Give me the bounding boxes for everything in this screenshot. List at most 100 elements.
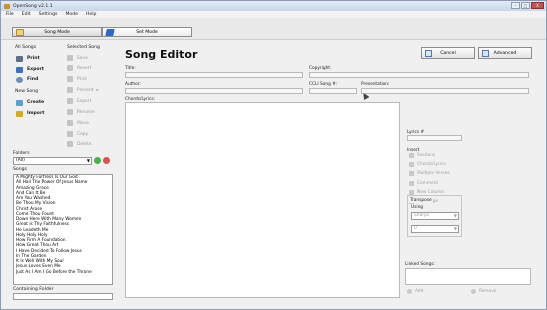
all-songs-header: All Songs (15, 45, 37, 50)
page-title: Song Editor (125, 48, 198, 61)
app-icon (4, 3, 10, 9)
copyright-field[interactable] (309, 72, 529, 78)
copyright-label: Copyright: (309, 66, 332, 71)
menu-edit[interactable]: Edit (22, 12, 31, 17)
ccli-field[interactable] (309, 88, 357, 94)
move-button[interactable]: Move (67, 119, 89, 127)
add-linked-button[interactable]: Add (407, 289, 423, 294)
song-mode-icon (16, 29, 24, 36)
advanced-icon (482, 50, 489, 57)
close-button[interactable]: X (531, 2, 544, 9)
print-all-button[interactable]: Print (16, 54, 40, 63)
list-item[interactable]: Just As I Am I Go Before the Throne (14, 270, 112, 275)
songs-label: Songs (13, 167, 27, 172)
advanced-button[interactable]: Advanced (478, 47, 532, 59)
mode-toolbar: Song Mode Set Mode (1, 18, 546, 40)
present-label: Present (77, 87, 94, 93)
verses-icon (409, 171, 414, 176)
insert-verses-button[interactable]: Multiple Verses (409, 171, 450, 176)
lyrics-font-field[interactable] (407, 135, 462, 141)
set-mode-label: Set Mode (136, 29, 158, 35)
menu-file[interactable]: File (6, 12, 14, 17)
transpose-label: Transpose (409, 198, 433, 203)
present-icon (67, 87, 73, 93)
minimize-button[interactable]: – (511, 2, 520, 9)
save-label: Save (77, 55, 88, 61)
export-icon (16, 66, 23, 73)
import-label: Import (27, 111, 45, 116)
cancel-label: Cancel (440, 50, 456, 56)
delete-icon (67, 141, 73, 147)
song-list[interactable]: A Mighty Fortress Is Our God All Hail Th… (13, 174, 113, 285)
selected-song-header: Selected Song (67, 45, 100, 50)
author-label: Author: (125, 82, 141, 87)
find-button[interactable]: Find (16, 75, 38, 84)
rename-button[interactable]: Rename (67, 108, 95, 116)
transpose-steps-select[interactable]: 0 ▼ (411, 225, 459, 233)
advanced-label: Advanced (493, 50, 517, 56)
print-song-icon (67, 76, 73, 82)
export-all-button[interactable]: Export (16, 65, 44, 74)
present-dropdown-icon: ▸ (96, 87, 99, 93)
set-mode-button[interactable]: Set Mode (102, 27, 192, 37)
cancel-icon (425, 50, 432, 57)
presentation-field[interactable] (361, 88, 529, 94)
remove-folder-icon[interactable] (103, 157, 110, 164)
delete-button[interactable]: Delete (67, 140, 91, 148)
create-song-button[interactable]: Create (16, 98, 44, 107)
remove-linked-button[interactable]: Remove (471, 289, 496, 294)
insert-chords-label: Chords/Lyrics (417, 162, 446, 167)
maximize-button[interactable]: □ (521, 2, 530, 9)
print-song-button[interactable]: Print (67, 75, 87, 83)
insert-verses-label: Multiple Verses (417, 171, 450, 176)
containing-folder-field[interactable] (13, 293, 113, 300)
title-field[interactable] (125, 72, 303, 78)
remove-icon (471, 289, 476, 294)
revert-icon (67, 65, 73, 71)
song-mode-label: Song Mode (44, 29, 70, 35)
folder-select[interactable]: (All) ▼ (13, 157, 92, 165)
lyrics-editor[interactable] (125, 102, 400, 298)
save-button[interactable]: Save (67, 54, 88, 62)
insert-sections-button[interactable]: Sections (409, 153, 435, 158)
export-song-icon (67, 98, 73, 104)
window-controls: – □ X (511, 2, 544, 9)
transpose-accidentals-select[interactable]: Sharps ▼ (411, 212, 459, 220)
cancel-button[interactable]: Cancel (421, 47, 475, 59)
menu-mode[interactable]: Mode (65, 12, 78, 17)
menu-settings[interactable]: Settings (39, 12, 58, 17)
import-icon (16, 110, 23, 117)
add-icon (407, 289, 412, 294)
song-mode-button[interactable]: Song Mode (12, 27, 102, 37)
add-folder-icon[interactable] (94, 157, 101, 164)
print-all-label: Print (27, 56, 40, 61)
insert-comment-button[interactable]: Comment (409, 181, 438, 186)
title-label: Title: (125, 66, 136, 71)
app-window: OpenSong v2.1.1 – □ X File Edit Settings… (0, 0, 547, 310)
import-song-button[interactable]: Import (16, 109, 44, 118)
rename-icon (67, 109, 73, 115)
copy-icon (67, 131, 73, 137)
insert-chords-button[interactable]: Chords/Lyrics (409, 162, 446, 167)
transpose-accidentals-value: Sharps (414, 213, 430, 218)
linked-songs-list[interactable] (405, 268, 531, 285)
export-song-button[interactable]: Export (67, 97, 91, 105)
remove-linked-label: Remove (479, 289, 497, 294)
move-label: Move (77, 120, 89, 126)
export-all-label: Export (27, 67, 45, 72)
export-song-label: Export (77, 98, 92, 104)
new-song-header: New Song (15, 89, 39, 94)
author-field[interactable] (125, 88, 303, 94)
window-title: OpenSong v2.1.1 (13, 3, 53, 9)
create-label: Create (27, 100, 45, 105)
folder-select-value: (All) (16, 158, 25, 163)
set-mode-icon (105, 29, 115, 36)
revert-button[interactable]: Revert (67, 64, 91, 72)
present-button[interactable]: Present ▸ (67, 86, 99, 94)
insert-comment-label: Comment (417, 181, 439, 186)
copy-button[interactable]: Copy (67, 130, 88, 138)
sections-icon (409, 153, 414, 158)
chevron-down-icon: ▼ (453, 213, 457, 218)
menu-help[interactable]: Help (86, 12, 96, 17)
printer-icon (16, 55, 23, 62)
